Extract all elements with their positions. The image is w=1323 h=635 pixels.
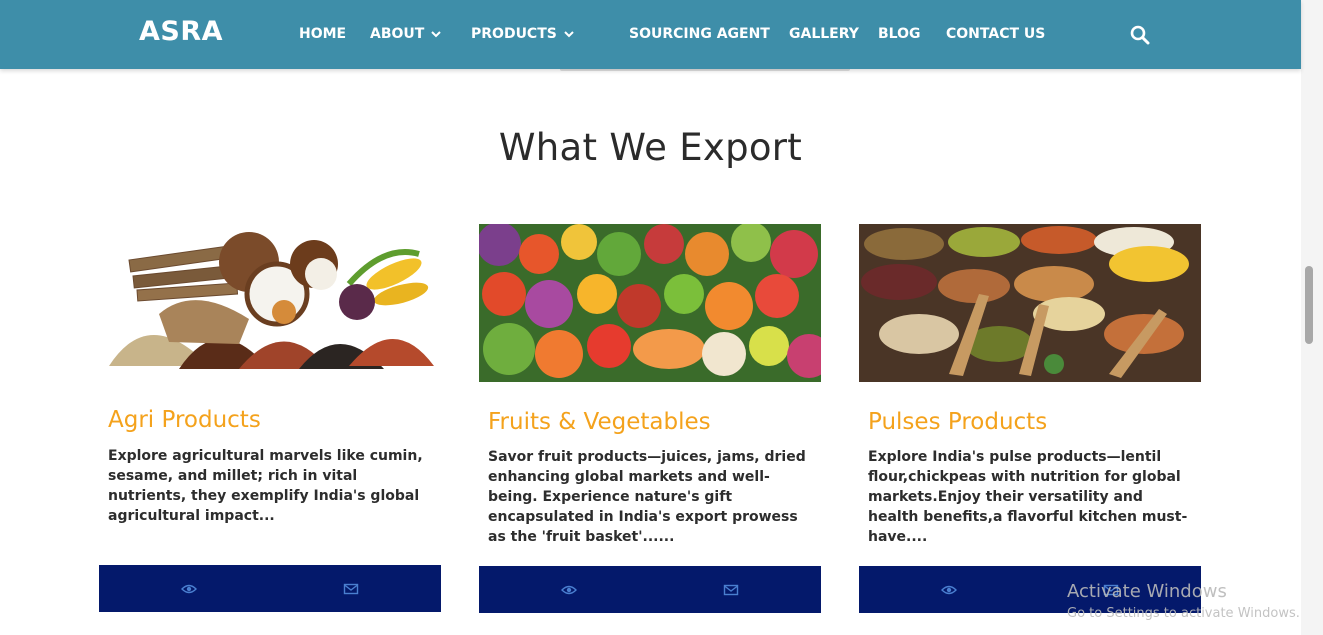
nav-products-label: PRODUCTS (471, 26, 557, 42)
nav-contact-us[interactable]: CONTACT US (946, 26, 1045, 42)
nav-blog-label: BLOG (878, 26, 921, 42)
nav-gallery-label: GALLERY (789, 26, 859, 42)
eye-icon[interactable] (941, 583, 957, 597)
nav-blog[interactable]: BLOG (878, 26, 921, 42)
card-actions-agri (99, 565, 441, 612)
nav-about-label: ABOUT (370, 26, 425, 42)
nav-gallery[interactable]: GALLERY (789, 26, 859, 42)
card-title-fruits[interactable]: Fruits & Vegetables (488, 409, 711, 435)
card-actions-fruits (479, 566, 821, 613)
card-title-pulses[interactable]: Pulses Products (868, 409, 1047, 435)
envelope-icon[interactable] (723, 583, 739, 597)
section-title: What We Export (498, 126, 803, 169)
card-desc-agri: Explore agricultural marvels like cumin,… (108, 448, 423, 524)
nav-about[interactable]: ABOUT (370, 26, 442, 42)
nav-home[interactable]: HOME (299, 26, 346, 42)
nav-sourcing-agent-label: SOURCING AGENT (629, 26, 770, 42)
windows-activation-subtitle: Go to Settings to activate Windows. (1067, 606, 1300, 621)
chevron-down-icon (431, 31, 442, 38)
windows-activation-title: Activate Windows (1067, 581, 1227, 602)
nav-sourcing-agent[interactable]: SOURCING AGENT (629, 26, 770, 42)
pulses-products-image (859, 224, 1201, 382)
agri-products-image (99, 224, 441, 382)
chevron-down-icon (564, 31, 574, 38)
nav-contact-us-label: CONTACT US (946, 26, 1046, 42)
card-desc-pulses: Explore India's pulse products—lentil fl… (868, 449, 1188, 545)
nav-home-label: HOME (299, 26, 347, 42)
nav-products[interactable]: PRODUCTS (471, 26, 575, 42)
eye-icon[interactable] (561, 583, 577, 597)
fruits-vegetables-image (479, 224, 821, 382)
scrollbar-thumb[interactable] (1305, 266, 1313, 344)
card-desc-fruits: Savor fruit products—juices, jams, dried… (488, 449, 806, 545)
envelope-icon[interactable] (343, 582, 359, 596)
card-title-agri[interactable]: Agri Products (108, 407, 261, 433)
eye-icon[interactable] (181, 582, 197, 596)
navbar: ASRA HOME ABOUT PRODUCTS SOURCING AGENT … (0, 0, 1301, 69)
brand-logo[interactable]: ASRA (139, 16, 223, 47)
search-icon[interactable] (1129, 24, 1151, 46)
